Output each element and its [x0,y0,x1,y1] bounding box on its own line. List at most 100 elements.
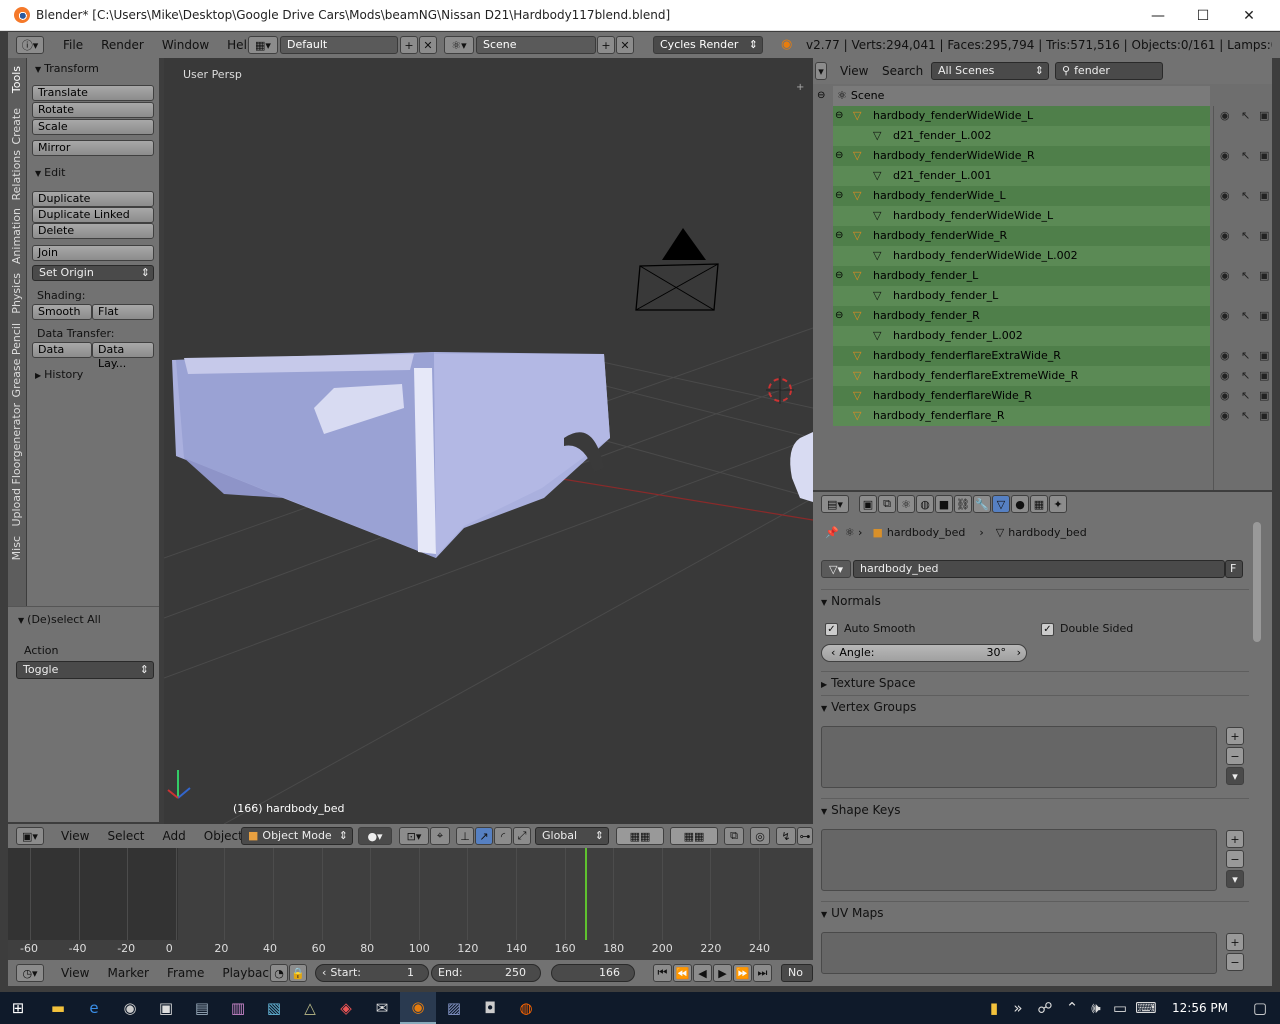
particles-tab-icon[interactable]: ✦ [1049,495,1067,513]
add-vertex-group-icon[interactable]: + [1226,727,1244,745]
camera-icon[interactable]: ▣ [1259,349,1269,362]
camera-object[interactable] [635,228,719,311]
pivot-point-icon[interactable]: ⊡▾ [399,827,429,845]
close-button[interactable]: ✕ [1226,0,1272,31]
outliner-row[interactable]: ⊖ ▽ hardbody_fenderWideWide_R [833,146,1210,166]
texture-space-panel-header[interactable]: ▶ Texture Space [821,671,1249,693]
render-tab-icon[interactable]: ▣ [859,495,877,513]
viewport-plus-icon[interactable]: + [796,82,810,94]
join-button[interactable]: Join [32,245,154,261]
play-icon[interactable]: ▶ [713,964,732,982]
render-engine-select[interactable]: Cycles Render ⇕ [653,36,763,54]
menu-window[interactable]: Window [153,38,218,52]
file-explorer-icon[interactable]: ▬ [40,992,76,1024]
material-tab-icon[interactable]: ● [1011,495,1029,513]
edge-icon[interactable]: e [76,992,112,1024]
camera-icon[interactable]: ▣ [1259,109,1269,122]
prev-keyframe-icon[interactable]: ⏪ [673,964,692,982]
remove-layout-icon[interactable]: ✕ [419,36,437,54]
auto-smooth-checkbox[interactable]: ✓ Auto Smooth [825,622,915,636]
eye-icon[interactable]: ◉ [1220,409,1230,422]
tab-misc[interactable]: Misc [10,536,23,560]
collapse-icon[interactable]: ⊖ [835,146,843,166]
properties-scrollbar[interactable] [1253,522,1261,642]
operator-title-row[interactable]: ▼ (De)select All [18,613,101,626]
tab-physics[interactable]: Physics [10,273,23,314]
add-scene-icon[interactable]: + [597,36,615,54]
volume-icon[interactable]: 🕪 [1084,992,1108,1024]
keyboard-icon[interactable]: ⌨ [1132,992,1160,1024]
transform-panel-header[interactable]: ▼ Transform [35,62,99,75]
cursor-icon[interactable]: ↖ [1241,349,1250,362]
menu-add[interactable]: Add [154,829,195,843]
scale-manipulator-icon[interactable]: ⤢ [513,827,531,845]
mirror-button[interactable]: Mirror [32,140,154,156]
render-layers-tab-icon[interactable]: ⧉ [878,495,896,513]
snap-icon[interactable]: ⊶ [797,827,813,845]
menu-select[interactable]: Select [98,829,153,843]
outliner-row[interactable]: ▽ hardbody_fenderflareExtremeWide_R [833,366,1210,386]
collapse-icon[interactable]: ⊖ [835,266,843,286]
lock-range-icon[interactable]: 🔒 [289,964,307,982]
outliner-scene-row[interactable]: ⊖ ⚛ Scene [817,86,1210,106]
steam-icon[interactable]: ◉ [112,992,148,1024]
app-icon[interactable]: △ [292,992,328,1024]
data-button[interactable]: Data [32,342,92,358]
lock-layers-icon[interactable]: ⧉ [724,827,744,845]
delete-button[interactable]: Delete [32,223,154,239]
tab-animation[interactable]: Animation [10,208,23,264]
eye-icon[interactable]: ◉ [1220,349,1230,362]
menu-render[interactable]: Render [92,38,153,52]
cursor-icon[interactable]: ↖ [1241,369,1250,382]
outliner-display-select[interactable]: All Scenes ⇕ [931,62,1049,80]
smooth-button[interactable]: Smooth [32,304,92,320]
mesh-data-tab-icon[interactable]: ▽ [992,495,1010,513]
app-icon[interactable]: ◈ [328,992,364,1024]
collapse-icon[interactable]: ⊖ [835,186,843,206]
maximize-button[interactable]: ☐ [1180,0,1226,31]
normals-panel-header[interactable]: ▼ Normals [821,589,1249,611]
pin-icon[interactable]: 📌 [825,526,839,539]
action-dropdown[interactable]: Toggle ⇕ [16,661,154,679]
rotate-button[interactable]: Rotate [32,102,154,118]
store-icon[interactable]: ▣ [148,992,184,1024]
photos-icon[interactable]: ▤ [184,992,220,1024]
orientation-select[interactable]: Global ⇕ [535,827,609,845]
screen-layout-icon[interactable]: ▦▾ [248,36,278,54]
rotate-manipulator-icon[interactable]: ◜ [494,827,512,845]
truck-bed-mesh[interactable] [172,352,610,558]
outliner-row[interactable]: ⊖ ▽ hardbody_fenderWide_R [833,226,1210,246]
outliner-row[interactable]: ▽ hardbody_fender_L.002 [833,326,1210,346]
eye-icon[interactable]: ◉ [1220,389,1230,402]
menu-file[interactable]: File [54,38,92,52]
camera-icon[interactable]: ▣ [1259,149,1269,162]
duplicate-linked-button[interactable]: Duplicate Linked [32,207,154,223]
outliner-row[interactable]: ⊖ ▽ hardbody_fenderWideWide_L [833,106,1210,126]
collapse-icon[interactable]: ⊖ [835,306,843,326]
manipulator-icon[interactable]: ⌖ [430,827,450,845]
remove-shape-key-icon[interactable]: − [1226,850,1244,868]
start-frame-field[interactable]: ‹ Start: 1 [315,964,429,982]
tab-create[interactable]: Create [10,108,23,145]
constraints-tab-icon[interactable]: ⛓ [954,495,972,513]
properties-editor-icon[interactable]: ▤▾ [821,495,849,513]
flat-button[interactable]: Flat [92,304,154,320]
outliner-row[interactable]: ▽ hardbody_fenderWideWide_L [833,206,1210,226]
cursor-icon[interactable]: ↖ [1241,189,1250,202]
fake-user-button[interactable]: F [1225,560,1243,578]
timeline-frame-menu[interactable]: Frame [158,966,213,980]
add-shape-key-icon[interactable]: + [1226,830,1244,848]
3d-cursor-icon[interactable] [766,376,794,404]
mail-icon[interactable]: ✉ [364,992,400,1024]
cursor-icon[interactable]: ↖ [1241,269,1250,282]
clock[interactable]: 12:56 PM [1160,1001,1240,1015]
current-frame-field[interactable]: 166 [551,964,635,982]
remove-scene-icon[interactable]: ✕ [616,36,634,54]
eye-icon[interactable]: ◉ [1220,189,1230,202]
menu-view[interactable]: View [52,829,98,843]
timeline-editor-icon[interactable]: ◷▾ [16,964,44,982]
set-origin-dropdown[interactable]: Set Origin ⇕ [32,265,154,281]
cursor-icon[interactable]: ↖ [1241,109,1250,122]
timeline-marker-menu[interactable]: Marker [98,966,157,980]
jump-end-icon[interactable]: ⏭ [753,964,772,982]
